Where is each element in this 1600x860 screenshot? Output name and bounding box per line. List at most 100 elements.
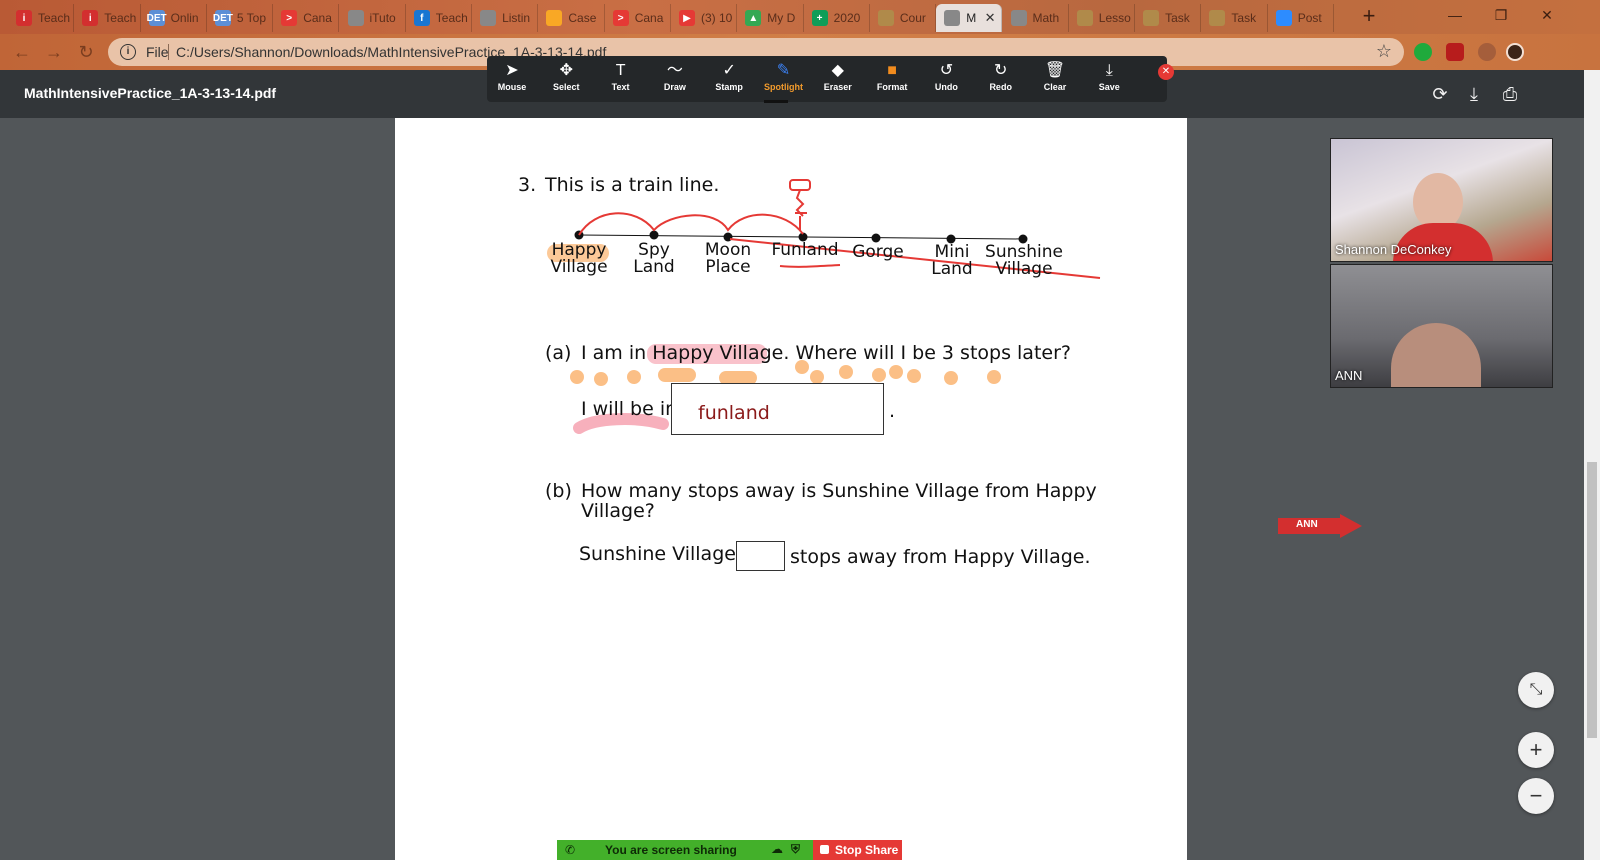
browser-tab[interactable]: > Cana: [273, 4, 340, 32]
download-icon[interactable]: ⤓: [1462, 82, 1486, 106]
tab-close-icon[interactable]: ✕: [985, 10, 996, 26]
scrollbar-thumb[interactable]: [1587, 462, 1597, 738]
tool-stamp[interactable]: ✓ Stamp: [702, 60, 756, 98]
close-annotation-icon[interactable]: ✕: [1158, 64, 1174, 80]
tool-clear[interactable]: 🗑 Clear: [1028, 60, 1082, 98]
tool-mouse[interactable]: ➤ Mouse: [485, 60, 539, 98]
tool-label: Save: [1098, 82, 1120, 92]
browser-tab[interactable]: ▲ My D: [737, 4, 804, 32]
funland-underline: [779, 264, 841, 268]
browser-tab[interactable]: M ✕: [936, 4, 1003, 32]
hop-arcs: [578, 212, 804, 236]
stick-figure-drawing: [789, 179, 811, 230]
print-icon[interactable]: ⎙: [1498, 82, 1522, 106]
browser-tab[interactable]: Post: [1268, 4, 1334, 32]
tool-draw[interactable]: 〜 Draw: [648, 60, 702, 98]
tab-label: 2020: [833, 11, 861, 25]
tool-label: Mouse: [497, 82, 527, 92]
tab-favicon-icon: [1275, 10, 1292, 26]
tool-label: Undo: [934, 82, 958, 92]
browser-tab[interactable]: Lesso: [1069, 4, 1136, 32]
tool-label: Spotlight: [764, 82, 803, 92]
tab-favicon-icon: >: [281, 10, 298, 26]
remote-pointer-arrow: [1278, 514, 1362, 538]
tool-eraser[interactable]: ◆ Eraser: [811, 60, 865, 98]
tab-label: Task: [1231, 11, 1257, 25]
pdf-title: MathIntensivePractice_1A-3-13-14.pdf: [24, 85, 277, 101]
participant-face: [1391, 323, 1481, 387]
ublock-icon[interactable]: [1446, 43, 1464, 61]
tool-undo[interactable]: ↺ Undo: [919, 60, 973, 98]
part-a-question: I am in Happy Village. Where will I be 3…: [581, 342, 1071, 364]
browser-tab[interactable]: DET 5 Top: [207, 4, 274, 32]
reload-button[interactable]: ↻: [74, 40, 98, 64]
browser-tab[interactable]: DET Onlin: [141, 4, 207, 32]
tool-select[interactable]: ✥ Select: [539, 60, 593, 98]
browser-tab[interactable]: > Cana: [605, 4, 671, 32]
browser-tab[interactable]: i Teach: [8, 4, 75, 32]
tab-favicon-icon: [347, 10, 364, 26]
part-a-answer-value: funland: [698, 402, 770, 424]
participant-video-shannon[interactable]: Shannon DeConkey: [1330, 138, 1553, 262]
browser-tab[interactable]: +2020: [804, 4, 870, 32]
bookmark-star-icon[interactable]: ☆: [1376, 41, 1392, 62]
zoom-in-button[interactable]: +: [1518, 732, 1554, 768]
station-label: Sunshine Village: [984, 244, 1064, 278]
mouse-icon: ➤: [505, 62, 519, 79]
window-close-button[interactable]: ✕: [1524, 0, 1570, 30]
fit-page-button[interactable]: ⤡: [1518, 672, 1554, 708]
station-name-line2: Land: [633, 257, 675, 277]
tab-label: (3) 10: [701, 11, 733, 25]
undo-icon: ↺: [939, 62, 954, 79]
part-b-label: (b): [545, 480, 572, 502]
tab-favicon-icon: DET: [147, 10, 167, 26]
part-b-answer-suffix: stops away from Happy Village.: [790, 546, 1091, 568]
tab-label: Task: [1165, 11, 1190, 25]
tool-format[interactable]: ■ Format: [865, 60, 919, 98]
tab-label: Lesso: [1098, 11, 1131, 25]
tool-redo[interactable]: ↻ Redo: [974, 60, 1028, 98]
zoom-out-button[interactable]: −: [1518, 778, 1554, 814]
station-label: Happy Village: [539, 242, 619, 276]
remote-pointer-label: ANN: [1296, 519, 1318, 530]
browser-tab[interactable]: Listin: [472, 4, 539, 32]
eraser-icon: ◆: [831, 62, 844, 79]
sharing-status: ✆ You are screen sharing ☁ ⛨: [557, 840, 813, 860]
forward-button[interactable]: →: [42, 40, 66, 64]
profile-avatar[interactable]: [1506, 43, 1524, 61]
tab-label: Post: [1297, 11, 1322, 25]
cloud-icon: ☁: [771, 842, 783, 856]
tool-spotlight[interactable]: ✎ Spotlight: [757, 60, 811, 98]
part-a-answer-suffix: .: [889, 400, 896, 422]
back-button[interactable]: ←: [10, 40, 34, 64]
part-b-answer-box[interactable]: [736, 541, 785, 571]
station-name-line2: Village: [550, 257, 608, 277]
browser-tab[interactable]: Case: [538, 4, 605, 32]
browser-tab[interactable]: Task: [1201, 4, 1268, 32]
browser-tab[interactable]: Math: [1003, 4, 1069, 32]
participant-video-ann[interactable]: ANN: [1330, 264, 1553, 388]
stop-share-label: Stop Share: [835, 843, 899, 857]
browser-tab[interactable]: f Teach: [406, 4, 473, 32]
part-a-question-highlight: Happy Village: [652, 342, 784, 364]
restore-button[interactable]: ❐: [1478, 0, 1524, 30]
stop-share-button[interactable]: Stop Share: [813, 840, 902, 860]
minimize-button[interactable]: —: [1432, 0, 1478, 30]
browser-tab[interactable]: Cour: [870, 4, 937, 32]
site-info-icon[interactable]: i: [120, 44, 136, 60]
tool-label: Redo: [989, 82, 1012, 92]
tool-label: Clear: [1043, 82, 1067, 92]
tab-label: Cana: [634, 11, 664, 25]
browser-tab[interactable]: Task: [1135, 4, 1202, 32]
browser-tab[interactable]: ▶ (3) 10: [671, 4, 738, 32]
rotate-icon[interactable]: ⟳: [1428, 82, 1452, 106]
tool-save[interactable]: ⤓ Save: [1082, 60, 1136, 98]
extension-green-icon[interactable]: [1414, 43, 1432, 61]
clear-icon: 🗑: [1044, 62, 1066, 79]
new-tab-button[interactable]: +: [1356, 5, 1382, 29]
tool-text[interactable]: T Text: [594, 60, 648, 98]
tab-favicon-icon: i: [16, 10, 32, 26]
browser-tab[interactable]: iTuto: [340, 4, 406, 32]
extensions-puzzle-icon[interactable]: [1478, 43, 1496, 61]
browser-tab[interactable]: i Teach: [74, 4, 141, 32]
